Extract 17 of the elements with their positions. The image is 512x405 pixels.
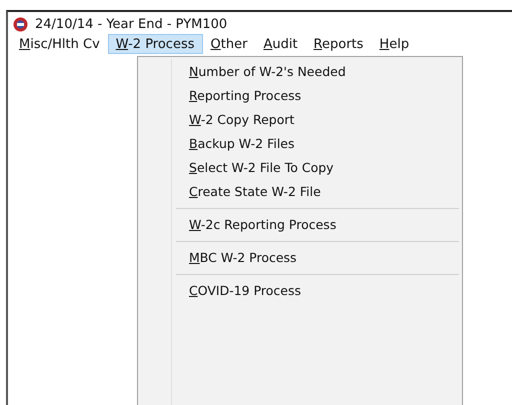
window-title: 24/10/14 - Year End - PYM100 — [35, 16, 228, 32]
menu-item[interactable]: Reports — [306, 34, 372, 54]
menu-item[interactable]: Other — [202, 34, 256, 54]
menu-option[interactable]: COVID-19 Process — [138, 279, 462, 303]
menu-item[interactable]: W-2 Process — [108, 34, 203, 54]
menu-option[interactable]: Reporting Process — [138, 84, 462, 108]
menu-option[interactable]: Create State W-2 File — [138, 180, 462, 204]
menu-option[interactable]: Select W-2 File To Copy — [138, 156, 462, 180]
menu-item[interactable]: Help — [371, 34, 418, 54]
menu-item[interactable]: Misc/Hlth Cv — [11, 34, 108, 54]
menu-option[interactable]: MBC W-2 Process — [138, 246, 462, 270]
menu-option[interactable]: W-2 Copy Report — [138, 108, 462, 132]
app-logo-icon — [12, 16, 29, 32]
menu-item[interactable]: Audit — [255, 34, 306, 54]
menu-option[interactable]: Number of W-2's Needed — [138, 60, 462, 84]
menu-option[interactable]: W-2c Reporting Process — [138, 213, 462, 237]
menu-option[interactable]: Backup W-2 Files — [138, 132, 462, 156]
